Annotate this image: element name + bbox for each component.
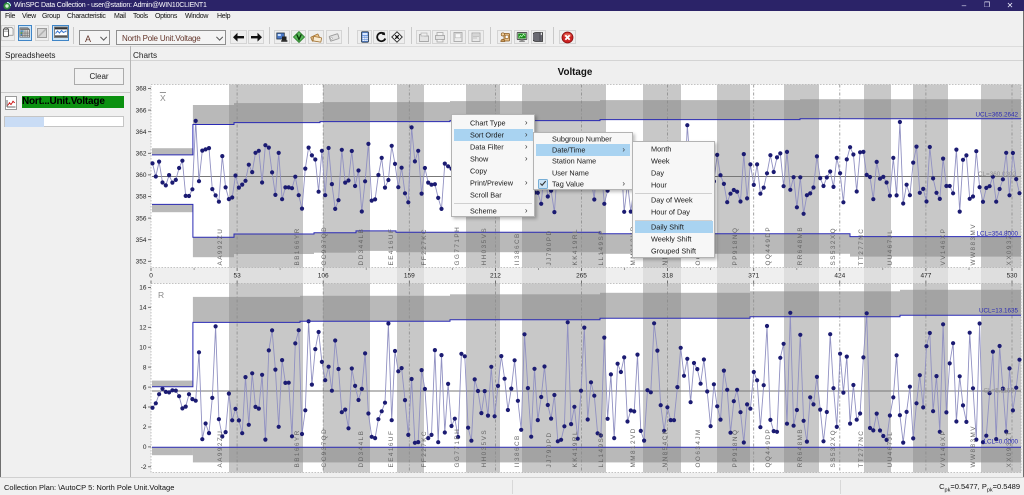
svg-text:SS532XQ: SS532XQ	[830, 227, 837, 266]
svg-text:WW883MV: WW883MV	[970, 425, 977, 467]
svg-text:FF227KC: FF227KC	[421, 430, 428, 468]
svg-text:AA992ZU: AA992ZU	[217, 430, 224, 468]
svg-text:318: 318	[662, 273, 673, 280]
svg-text:JJ790PD: JJ790PD	[546, 431, 553, 467]
svg-text:371: 371	[748, 273, 759, 280]
svg-text:368: 368	[136, 86, 147, 93]
svg-text:KK419RL: KK419RL	[572, 430, 579, 468]
svg-text:LCL=354.8000: LCL=354.8000	[977, 231, 1019, 238]
svg-text:GG771PH: GG771PH	[454, 428, 461, 468]
svg-text:LL149SP: LL149SP	[598, 431, 605, 467]
svg-text:CL=360.0302: CL=360.0302	[978, 171, 1016, 178]
svg-text:SS532XQ: SS532XQ	[830, 429, 837, 468]
svg-text:LCL=0.0000: LCL=0.0000	[984, 439, 1019, 446]
svg-text:0: 0	[149, 273, 153, 280]
svg-text:354: 354	[136, 237, 147, 244]
svg-text:MM812VD: MM812VD	[630, 427, 637, 467]
svg-text:DD344LB: DD344LB	[358, 228, 365, 266]
svg-text:HH035VS: HH035VS	[481, 429, 488, 468]
svg-text:JJ790PD: JJ790PD	[546, 229, 553, 265]
svg-text:10: 10	[139, 344, 147, 351]
svg-text:TT277NC: TT277NC	[858, 430, 865, 468]
svg-text:EE416UF: EE416UF	[388, 228, 395, 266]
svg-text:VV146XP: VV146XP	[940, 228, 947, 266]
svg-text:GG771PH: GG771PH	[454, 226, 461, 266]
svg-text:WW883MV: WW883MV	[970, 223, 977, 265]
svg-text:106: 106	[318, 273, 329, 280]
svg-text:FF227KC: FF227KC	[421, 228, 428, 266]
svg-text:4: 4	[143, 404, 147, 411]
svg-text:12: 12	[139, 325, 147, 332]
svg-text:EE416UF: EE416UF	[388, 430, 395, 468]
svg-text:UCL=13.1635: UCL=13.1635	[979, 308, 1019, 315]
svg-text:AA992ZU: AA992ZU	[217, 228, 224, 266]
svg-text:530: 530	[1007, 273, 1018, 280]
svg-text:RR648MB: RR648MB	[797, 428, 804, 468]
svg-text:CL=5.1159: CL=5.1159	[983, 388, 1014, 395]
svg-text:352: 352	[136, 259, 147, 266]
svg-text:BB166YR: BB166YR	[294, 227, 301, 265]
svg-text:XX093ZT: XX093ZT	[1006, 430, 1013, 467]
svg-text:PP918NQ: PP918NQ	[732, 429, 739, 468]
svg-text:DD344LB: DD344LB	[358, 430, 365, 468]
svg-text:265: 265	[576, 273, 587, 280]
svg-text:UCL=365.2642: UCL=365.2642	[975, 112, 1018, 119]
svg-text:RR648MB: RR648MB	[797, 226, 804, 266]
svg-text:VV146XP: VV146XP	[940, 430, 947, 468]
svg-text:356: 356	[136, 215, 147, 222]
svg-text:159: 159	[404, 273, 415, 280]
svg-text:UU467JL: UU467JL	[887, 229, 894, 266]
svg-text:0: 0	[143, 444, 147, 451]
svg-text:-2: -2	[141, 464, 147, 471]
svg-text:QQ449DP: QQ449DP	[765, 226, 772, 266]
svg-text:16: 16	[139, 285, 147, 292]
svg-text:360: 360	[136, 172, 147, 179]
svg-text:6: 6	[143, 384, 147, 391]
svg-text:212: 212	[490, 273, 501, 280]
svg-text:KK419RL: KK419RL	[572, 228, 579, 266]
svg-text:LL149SP: LL149SP	[598, 229, 605, 265]
svg-text:II386CB: II386CB	[514, 232, 521, 265]
svg-text:II386CB: II386CB	[514, 434, 521, 467]
svg-text:2: 2	[143, 424, 147, 431]
svg-text:PP918NQ: PP918NQ	[732, 227, 739, 266]
svg-text:8: 8	[143, 364, 147, 371]
svg-text:BB166YR: BB166YR	[294, 429, 301, 467]
svg-text:OO634JM: OO634JM	[695, 428, 702, 467]
svg-text:366: 366	[136, 107, 147, 114]
svg-text:477: 477	[920, 273, 931, 280]
svg-text:14: 14	[139, 305, 147, 312]
svg-text:R: R	[158, 290, 164, 300]
svg-text:HH035VS: HH035VS	[481, 227, 488, 266]
svg-text:NN854CK: NN854CK	[662, 429, 669, 468]
svg-text:364: 364	[136, 129, 147, 136]
svg-text:358: 358	[136, 194, 147, 201]
svg-text:362: 362	[136, 151, 147, 158]
svg-text:UU467JL: UU467JL	[887, 431, 894, 468]
svg-text:X: X	[160, 93, 166, 103]
svg-text:TT277NC: TT277NC	[858, 228, 865, 266]
svg-text:53: 53	[233, 273, 241, 280]
svg-text:QQ449DP: QQ449DP	[765, 428, 772, 468]
svg-text:424: 424	[834, 273, 845, 280]
svg-text:CC937QD: CC937QD	[321, 226, 328, 266]
svg-text:CC937QD: CC937QD	[321, 428, 328, 468]
